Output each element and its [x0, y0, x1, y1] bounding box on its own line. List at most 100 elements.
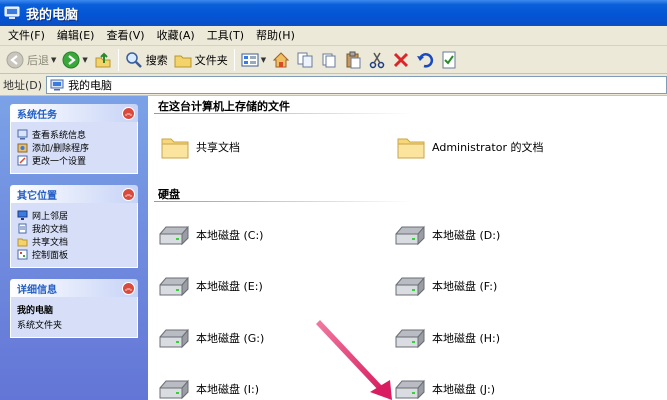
up-folder-button[interactable] [91, 48, 115, 72]
properties-icon [442, 51, 456, 68]
back-button[interactable]: 后退 ▼ [3, 48, 59, 72]
task-view-system-info[interactable]: 查看系统信息 [17, 128, 133, 141]
collapse-chevron-icon[interactable]: ︽ [122, 106, 135, 120]
drive-c[interactable]: 本地磁盘 (C:) [158, 224, 263, 246]
drive-g[interactable]: 本地磁盘 (G:) [158, 327, 264, 349]
undo-button[interactable] [413, 48, 437, 72]
place-label: 共享文档 [32, 238, 69, 248]
place-network[interactable]: 网上邻居 [17, 209, 133, 222]
details-name: 我的电脑 [17, 306, 54, 316]
menu-favorites[interactable]: 收藏(A) [151, 27, 201, 45]
task-label: 添加/删除程序 [32, 144, 90, 154]
my-computer-icon [4, 6, 20, 20]
drive-label: 本地磁盘 (H:) [432, 332, 501, 345]
task-pane: 系统任务 ︽ 查看系统信息 添加/删除程序 更改一个设置 其它位置 ︽ 网上邻居… [0, 96, 148, 400]
drive-f[interactable]: 本地磁盘 (F:) [394, 275, 497, 297]
system-tasks-header[interactable]: 系统任务 ︽ [10, 104, 138, 122]
documents-icon [18, 223, 27, 234]
forward-dropdown-icon[interactable]: ▼ [82, 56, 87, 64]
paste-button[interactable] [341, 48, 365, 72]
hard-drive-icon [395, 276, 425, 297]
drive-i[interactable]: 本地磁盘 (I:) [158, 378, 259, 400]
hard-drive-icon [159, 276, 189, 297]
back-arrow-icon [6, 51, 24, 68]
other-places-panel: 其它位置 ︽ 网上邻居 我的文档 共享文档 控制面板 [10, 185, 138, 268]
address-input[interactable]: 我的电脑 [46, 75, 667, 94]
hard-drive-icon [395, 328, 425, 349]
add-remove-icon [17, 143, 28, 153]
drive-label: 本地磁盘 (F:) [432, 280, 498, 293]
copy-to-icon [297, 52, 313, 67]
menu-file[interactable]: 文件(F) [2, 27, 51, 45]
menu-edit[interactable]: 编辑(E) [51, 27, 101, 45]
window-title: 我的电脑 [26, 7, 79, 23]
other-places-header[interactable]: 其它位置 ︽ [10, 185, 138, 203]
collapse-chevron-icon[interactable]: ︽ [122, 187, 135, 201]
address-bar: 地址(D) 我的电脑 [0, 74, 667, 96]
task-add-remove-programs[interactable]: 添加/删除程序 [17, 141, 133, 154]
drive-e[interactable]: 本地磁盘 (E:) [158, 275, 263, 297]
task-change-setting[interactable]: 更改一个设置 [17, 154, 133, 167]
system-info-icon [17, 129, 28, 140]
scissors-icon [369, 52, 385, 68]
menu-view[interactable]: 查看(V) [100, 27, 150, 45]
search-button[interactable]: 搜索 [122, 48, 171, 72]
folder-icon [397, 138, 425, 159]
menu-bar: 文件(F) 编辑(E) 查看(V) 收藏(A) 工具(T) 帮助(H) [0, 26, 667, 46]
system-tasks-panel: 系统任务 ︽ 查看系统信息 添加/删除程序 更改一个设置 [10, 104, 138, 174]
copy-button[interactable] [317, 48, 341, 72]
menu-tools[interactable]: 工具(T) [201, 27, 250, 45]
views-dropdown-icon[interactable]: ▼ [261, 56, 266, 64]
copy-to-button[interactable] [293, 48, 317, 72]
group-title-files: 在这台计算机上存储的文件 [158, 100, 290, 113]
views-button[interactable]: ▼ [238, 48, 269, 72]
place-control-panel[interactable]: 控制面板 [17, 248, 133, 261]
home-button[interactable] [269, 48, 293, 72]
group-divider [154, 113, 414, 114]
control-panel-icon [17, 249, 28, 260]
paste-icon [346, 51, 361, 68]
back-label: 后退 [27, 53, 49, 67]
place-label: 控制面板 [32, 251, 69, 261]
details-type: 系统文件夹 [17, 321, 63, 331]
hard-drive-icon [395, 379, 425, 400]
drive-label: 本地磁盘 (G:) [196, 332, 265, 345]
file-view: 在这台计算机上存储的文件 共享文档 Administrator 的文档 硬盘 本… [148, 96, 667, 400]
folders-label: 文件夹 [194, 53, 228, 67]
drive-label: 本地磁盘 (I:) [196, 383, 260, 396]
menu-help[interactable]: 帮助(H) [250, 27, 301, 45]
place-my-documents[interactable]: 我的文档 [17, 222, 133, 235]
details-header[interactable]: 详细信息 ︽ [10, 279, 138, 297]
folder-label: 共享文档 [196, 141, 240, 154]
group-title-drives: 硬盘 [158, 188, 180, 201]
forward-button[interactable]: ▼ [59, 48, 90, 72]
drive-j[interactable]: 本地磁盘 (J:) [394, 378, 495, 400]
folder-icon [17, 238, 28, 247]
collapse-chevron-icon[interactable]: ︽ [122, 281, 135, 295]
delete-x-icon [394, 52, 409, 67]
delete-button[interactable] [389, 48, 413, 72]
hard-drive-icon [159, 379, 189, 400]
properties-button[interactable] [437, 48, 461, 72]
details-title: 详细信息 [17, 284, 57, 296]
toolbar: 后退 ▼ ▼ 搜索 文件夹 ▼ [0, 46, 667, 74]
folder-shared-documents[interactable]: 共享文档 [160, 134, 240, 160]
title-bar[interactable]: 我的电脑 [0, 0, 667, 26]
copy-icon [322, 53, 336, 67]
drive-d[interactable]: 本地磁盘 (D:) [394, 224, 500, 246]
search-icon [126, 51, 142, 68]
place-shared-documents[interactable]: 共享文档 [17, 235, 133, 248]
search-label: 搜索 [145, 53, 168, 67]
cut-button[interactable] [365, 48, 389, 72]
folders-button[interactable]: 文件夹 [171, 48, 231, 72]
drive-h[interactable]: 本地磁盘 (H:) [394, 327, 500, 349]
system-tasks-body: 查看系统信息 添加/删除程序 更改一个设置 [10, 122, 138, 174]
folder-administrator-documents[interactable]: Administrator 的文档 [396, 134, 543, 160]
back-dropdown-icon[interactable]: ▼ [51, 56, 56, 64]
settings-icon [17, 155, 28, 166]
undo-icon [417, 52, 434, 68]
other-places-title: 其它位置 [17, 190, 57, 202]
system-tasks-title: 系统任务 [17, 109, 57, 121]
drive-label: 本地磁盘 (C:) [196, 229, 264, 242]
details-panel: 详细信息 ︽ 我的电脑 系统文件夹 [10, 279, 138, 338]
